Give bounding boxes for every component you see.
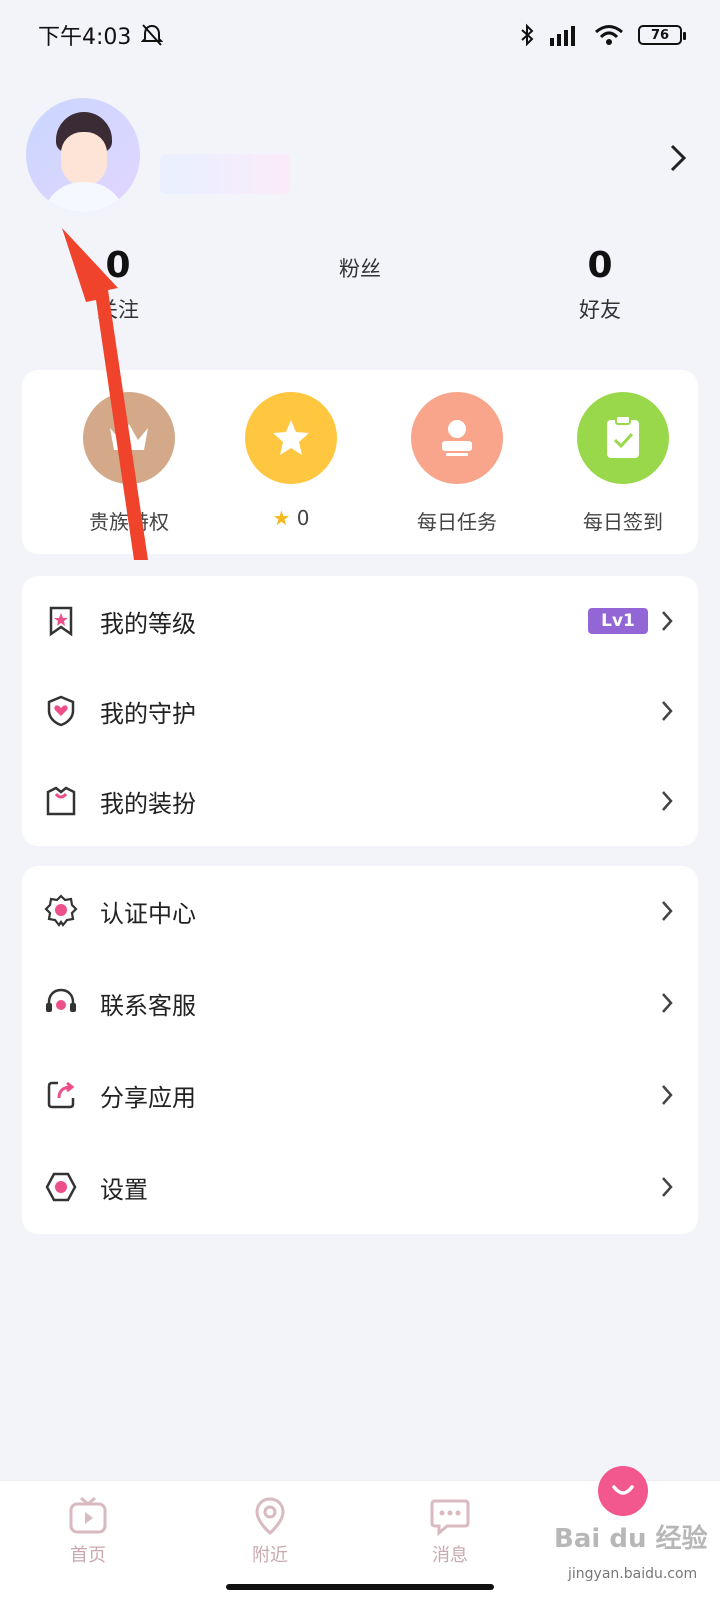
crown-icon [83,392,175,484]
stamp-icon [411,392,503,484]
menu-item-my-level[interactable]: 我的等级 Lv1 [22,576,698,666]
chevron-right-icon [662,901,673,921]
wifi-icon [595,25,623,45]
stat-friends[interactable]: 0 好友 [540,245,660,324]
watermark-logo: Bai du 经验 [554,1524,708,1554]
tab-nearby[interactable]: 附近 [220,1495,320,1567]
tv-icon [69,1496,107,1534]
star-icon [245,392,337,484]
smile-icon [612,1485,634,1495]
chevron-right-icon [662,701,673,721]
bookmark-star-icon [49,606,73,637]
shield-heart-icon [47,695,75,727]
action-daily-checkin[interactable]: 每日签到 [558,392,688,535]
stat-fans[interactable]: 粉丝 [300,245,420,283]
level-badge: Lv1 [588,608,648,634]
action-daily-tasks[interactable]: 每日任务 [392,392,522,535]
location-pin-icon [255,1497,285,1535]
profile-menu-card-1: 我的等级 Lv1 我的守护 我的装扮 [22,576,698,846]
bell-mute-icon [141,24,164,46]
action-noble-privilege[interactable]: 贵族特权 [64,392,194,535]
star-small-icon: ★ [272,506,291,530]
quick-actions-card: 贵族特权 ★ 0 每日任务 每日签到 [22,370,698,554]
tab-messages[interactable]: 消息 [400,1495,500,1567]
chevron-right-icon [662,1085,673,1105]
menu-item-customer-service[interactable]: 联系客服 [22,958,698,1048]
tab-home[interactable]: 首页 [38,1495,138,1567]
stat-following[interactable]: 0 关注 [58,245,178,324]
clipboard-check-icon [577,392,669,484]
menu-item-settings[interactable]: 设置 [22,1142,698,1232]
action-stars[interactable]: ★ 0 [226,392,356,530]
status-bar: 下午4:03 76 [0,0,720,70]
headset-icon [46,988,76,1012]
username-blurred [160,154,290,194]
share-icon [47,1081,75,1109]
shirt-icon [46,786,76,816]
menu-item-certification[interactable]: 认证中心 [22,866,698,956]
bluetooth-icon [521,23,534,47]
chevron-right-icon [662,791,673,811]
avatar[interactable] [26,98,140,212]
watermark-url: jingyan.baidu.com [568,1566,698,1582]
chevron-right-icon[interactable] [666,138,690,178]
home-indicator [226,1584,494,1590]
chevron-right-icon [662,993,673,1013]
chevron-right-icon [662,1177,673,1197]
tab-me-button[interactable] [598,1466,648,1516]
battery-indicator: 76 [638,25,686,45]
profile-menu-card-2: 认证中心 联系客服 分享应用 设置 [22,866,698,1234]
menu-item-my-guardian[interactable]: 我的守护 [22,666,698,756]
profile-header[interactable] [0,98,720,212]
chevron-right-icon [662,611,673,631]
gear-icon [45,1172,77,1202]
stats-row: 0 关注 粉丝 0 好友 [0,245,720,335]
chat-bubble-icon [430,1499,470,1537]
menu-item-share-app[interactable]: 分享应用 [22,1050,698,1140]
signal-icon [550,26,575,46]
menu-item-my-outfit[interactable]: 我的装扮 [22,756,698,846]
status-time: 下午4:03 [38,25,132,50]
badge-icon [44,894,78,927]
